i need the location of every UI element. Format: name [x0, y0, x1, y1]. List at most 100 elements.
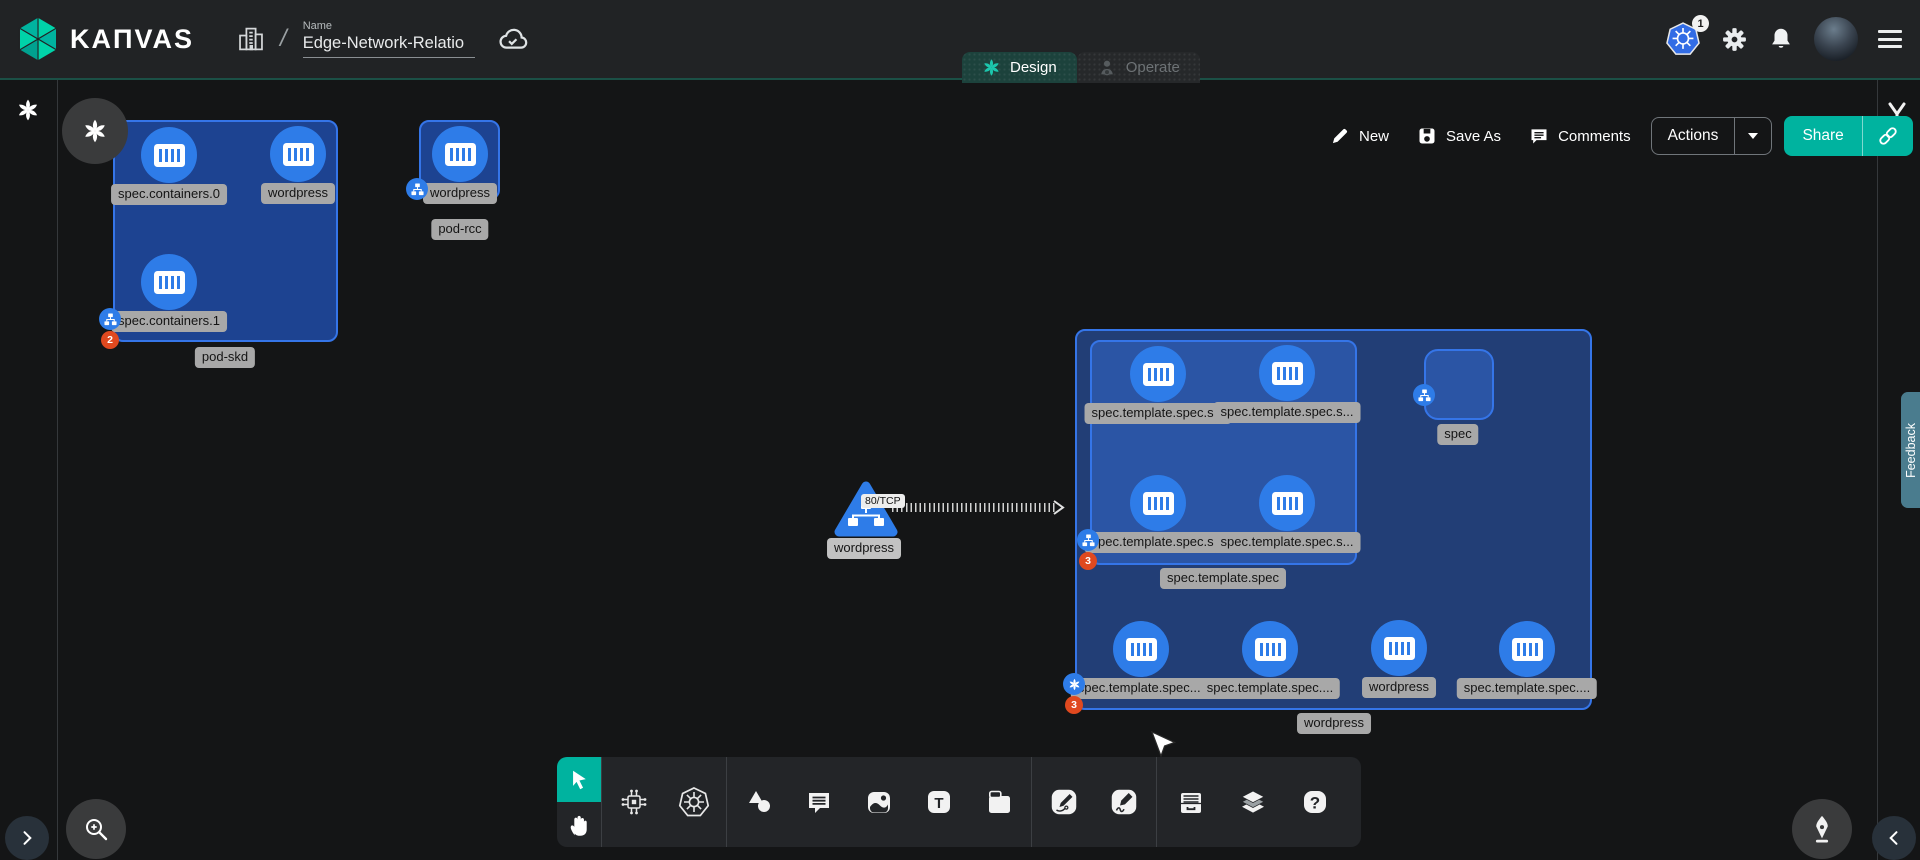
- shapes-tool-button[interactable]: [743, 786, 775, 818]
- pod-rcc-relationship-badge[interactable]: [406, 178, 428, 200]
- container-node-circle[interactable]: [1130, 475, 1186, 531]
- new-button[interactable]: New: [1322, 122, 1397, 150]
- wordpress-error-badge[interactable]: 3: [1065, 696, 1083, 714]
- zoom-button[interactable]: [66, 799, 126, 859]
- design-name-input[interactable]: [303, 34, 475, 58]
- operate-person-icon: [1097, 57, 1117, 78]
- container-node-circle[interactable]: [1259, 475, 1315, 531]
- comment-icon: [803, 786, 835, 818]
- container-node[interactable]: spec.template.spec....: [1113, 621, 1169, 677]
- container-icon: [154, 144, 185, 167]
- container-node[interactable]: spec.template.spec.s...: [1259, 345, 1315, 401]
- container-node[interactable]: spec.template.spec.s...: [1259, 475, 1315, 531]
- group-label-spec-template-spec: spec.template.spec: [1160, 568, 1286, 589]
- edge-pen-tool-button[interactable]: [1048, 786, 1080, 818]
- select-tool-button[interactable]: [557, 757, 601, 802]
- spec-template-error-badge[interactable]: 3: [1079, 552, 1097, 570]
- components-tool-button[interactable]: [618, 786, 650, 818]
- container-node-circle[interactable]: [1113, 621, 1169, 677]
- pod-skd-error-badge[interactable]: 2: [101, 331, 119, 349]
- container-node[interactable]: spec.template.spec.s...: [1130, 346, 1186, 402]
- wordpress-meshery-badge[interactable]: [1063, 673, 1085, 695]
- pan-tool-button[interactable]: [557, 802, 601, 847]
- freehand-draw-tool-button[interactable]: [1108, 786, 1140, 818]
- container-node[interactable]: spec.containers.0: [141, 127, 197, 183]
- text-icon: T: [923, 786, 955, 818]
- sticky-note-tool-button[interactable]: [983, 786, 1015, 818]
- container-icon: [1272, 492, 1303, 515]
- comments-icon: [1529, 126, 1549, 146]
- container-node-circle[interactable]: [270, 126, 326, 182]
- group-spec[interactable]: [1424, 349, 1494, 420]
- actions-dropdown-button[interactable]: Actions: [1651, 117, 1773, 155]
- share-button-label: Share: [1784, 127, 1861, 145]
- kanvas-logo-icon[interactable]: [16, 15, 60, 63]
- expand-right-panel-button[interactable]: [1872, 816, 1916, 860]
- expand-left-panel-button[interactable]: [5, 816, 49, 860]
- settings-gear-icon[interactable]: [1721, 26, 1748, 53]
- container-node-circle[interactable]: [141, 127, 197, 183]
- container-node-circle[interactable]: [1259, 345, 1315, 401]
- spec-relationship-badge[interactable]: [1413, 384, 1435, 406]
- node-label: spec.template.spec....: [1200, 678, 1340, 699]
- edge-service-to-deployment[interactable]: [892, 503, 1056, 512]
- node-label: wordpress: [423, 183, 497, 204]
- pencil-scribble-icon: [1108, 785, 1140, 819]
- feedback-tab[interactable]: Feedback: [1901, 392, 1920, 508]
- user-avatar[interactable]: [1814, 17, 1858, 61]
- image-tool-button[interactable]: [863, 786, 895, 818]
- canvas-toolbar: T: [557, 757, 1361, 847]
- container-icon: [283, 143, 314, 166]
- tab-design[interactable]: Design: [962, 52, 1077, 83]
- kubernetes-context-button[interactable]: 1: [1665, 22, 1701, 56]
- container-node-circle[interactable]: [1499, 621, 1555, 677]
- chip-circuit-icon: [618, 786, 650, 818]
- tab-operate[interactable]: Operate: [1077, 52, 1200, 83]
- container-node[interactable]: wordpress: [432, 126, 488, 182]
- drawer-archive-icon: [1175, 786, 1207, 818]
- container-icon: [1143, 363, 1174, 386]
- comments-button[interactable]: Comments: [1521, 122, 1639, 150]
- design-canvas[interactable]: New Save As Comments Actions Share: [0, 78, 1920, 860]
- save-as-button[interactable]: Save As: [1409, 122, 1509, 150]
- new-button-label: New: [1359, 128, 1389, 145]
- notifications-bell-icon[interactable]: [1768, 26, 1794, 52]
- container-node-circle[interactable]: [1371, 620, 1427, 676]
- comment-tool-button[interactable]: [803, 786, 835, 818]
- container-node[interactable]: spec.template.spec.s...: [1130, 475, 1186, 531]
- meshery-spiral-icon[interactable]: [16, 98, 40, 122]
- container-node-circle[interactable]: [1242, 621, 1298, 677]
- design-name-field: Name: [303, 20, 475, 58]
- text-tool-button[interactable]: T: [923, 786, 955, 818]
- layers-tool-button[interactable]: [1237, 786, 1269, 818]
- service-node-wordpress[interactable]: [834, 480, 898, 543]
- help-tool-button[interactable]: ?: [1299, 786, 1331, 818]
- container-node[interactable]: wordpress: [270, 126, 326, 182]
- container-node[interactable]: spec.template.spec....: [1242, 621, 1298, 677]
- pod-skd-relationship-badge[interactable]: [99, 308, 121, 330]
- container-node[interactable]: wordpress: [1371, 620, 1427, 676]
- container-node-circle[interactable]: [1130, 346, 1186, 402]
- kubernetes-tool-button[interactable]: [678, 786, 710, 818]
- design-pen-button[interactable]: [1792, 799, 1852, 859]
- container-node-circle[interactable]: [141, 254, 197, 310]
- hamburger-menu-icon[interactable]: [1878, 30, 1902, 48]
- container-node-circle[interactable]: [432, 126, 488, 182]
- share-button[interactable]: Share: [1784, 116, 1912, 156]
- container-node[interactable]: spec.template.spec....: [1499, 621, 1555, 677]
- hierarchy-icon: [1082, 534, 1095, 547]
- organization-icon[interactable]: [236, 24, 266, 54]
- actions-caret-button[interactable]: [1734, 118, 1771, 154]
- header-right-cluster: 1: [1665, 0, 1902, 78]
- drawer-tool-button[interactable]: [1175, 786, 1207, 818]
- copy-link-button[interactable]: [1862, 116, 1913, 156]
- canvas-widgets-button[interactable]: [62, 98, 128, 164]
- container-icon: [154, 271, 185, 294]
- design-name-label: Name: [303, 20, 475, 32]
- context-count-badge: 1: [1692, 15, 1709, 32]
- layers-icon: [1237, 786, 1269, 818]
- pen-nib-icon: [1808, 814, 1836, 844]
- tab-design-label: Design: [1010, 59, 1057, 76]
- spec-template-relationship-badge[interactable]: [1077, 529, 1099, 551]
- container-node[interactable]: spec.containers.1: [141, 254, 197, 310]
